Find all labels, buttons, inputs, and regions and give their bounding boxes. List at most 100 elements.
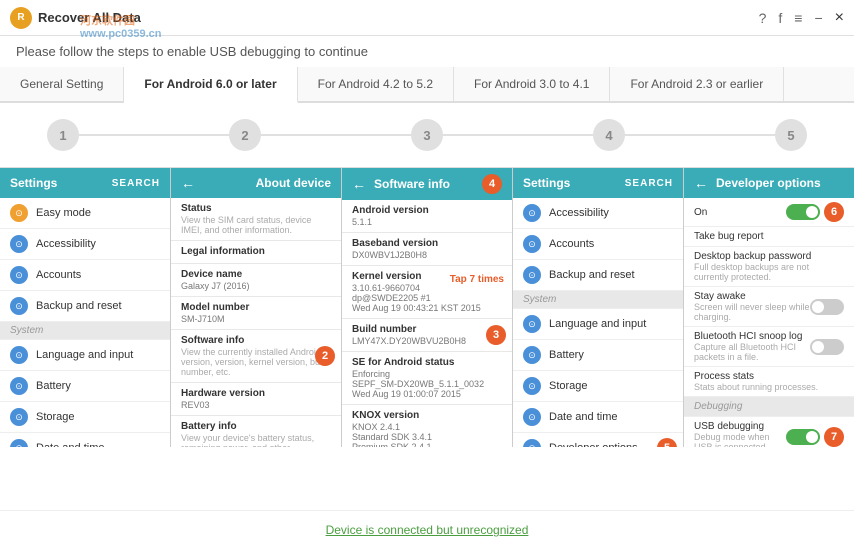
tab-android-2[interactable]: For Android 2.3 or earlier — [610, 67, 784, 101]
dev-usb-debugging[interactable]: USB debugging Debug mode when USB is con… — [684, 417, 854, 447]
info-software[interactable]: Software info View the currently install… — [171, 330, 341, 383]
steps-progress: 1 2 3 4 5 — [0, 103, 854, 167]
storage-label: Storage — [36, 411, 75, 423]
dev-on-toggle[interactable] — [786, 204, 820, 220]
info-status[interactable]: Status View the SIM card status, device … — [171, 198, 341, 241]
menu-item-easy-mode[interactable]: ⊙ Easy mode — [0, 198, 170, 229]
dev-bug-report[interactable]: Take bug report — [684, 227, 854, 247]
knox-row[interactable]: KNOX version KNOX 2.4.1Standard SDK 3.4.… — [342, 405, 512, 447]
back-arrow-icon[interactable]: ← — [181, 175, 195, 191]
section-system: System — [0, 322, 170, 340]
info-battery[interactable]: Battery info View your device's battery … — [171, 416, 341, 447]
sys-section-label: System — [523, 294, 556, 305]
minimize-icon[interactable]: − — [814, 10, 822, 26]
menu-item-datetime[interactable]: ⊙ Date and time — [0, 433, 170, 447]
sys-storage-label: Storage — [549, 380, 588, 392]
menu-item-battery[interactable]: ⊙ Battery — [0, 371, 170, 402]
language-label: Language and input — [36, 349, 133, 361]
device-status[interactable]: Device is connected but unrecognized — [326, 523, 529, 537]
software-desc: View the currently installed Android ver… — [181, 347, 331, 377]
step-badge-4: 4 — [482, 174, 502, 194]
sys-backup-label: Backup and reset — [549, 269, 635, 281]
step-2: 2 — [229, 119, 261, 151]
stay-awake-toggle[interactable] — [810, 299, 844, 315]
menu-item-language[interactable]: ⊙ Language and input — [0, 340, 170, 371]
accessibility-label: Accessibility — [36, 238, 96, 250]
software-info-panel: ← Software info 4 Android version 5.1.1 … — [342, 168, 513, 447]
dev-backup-pw[interactable]: Desktop backup password Full desktop bac… — [684, 247, 854, 287]
sys-menu-language[interactable]: ⊙ Language and input — [513, 309, 683, 340]
dev-process-stats[interactable]: Process stats Stats about running proces… — [684, 367, 854, 397]
bt-hci-toggle[interactable] — [810, 339, 844, 355]
step-4: 4 — [593, 119, 625, 151]
menu-item-accessibility[interactable]: ⊙ Accessibility — [0, 229, 170, 260]
section-system-label: System — [10, 325, 43, 336]
info-device-name[interactable]: Device name Galaxy J7 (2016) — [171, 264, 341, 297]
close-icon[interactable]: × — [835, 9, 844, 27]
tap-hint: Tap 7 times — [446, 272, 508, 287]
dev-stay-awake[interactable]: Stay awake Screen will never sleep while… — [684, 287, 854, 327]
tab-general-setting[interactable]: General Setting — [0, 67, 124, 101]
accounts-label: Accounts — [36, 269, 81, 281]
sys-language-label: Language and input — [549, 318, 646, 330]
menu-item-accounts[interactable]: ⊙ Accounts — [0, 260, 170, 291]
app-title: Recover All Data — [38, 10, 141, 25]
kernel-version-row[interactable]: Kernel version 3.10.61-9660704dp@SWDE220… — [342, 266, 512, 319]
bottom-bar: Device is connected but unrecognized — [0, 510, 854, 549]
tab-android-6[interactable]: For Android 6.0 or later — [124, 67, 297, 103]
se-android-row[interactable]: SE for Android status EnforcingSEPF_SM-D… — [342, 352, 512, 405]
dev-bluetooth-hci[interactable]: Bluetooth HCI snoop log Capture all Blue… — [684, 327, 854, 367]
facebook-icon[interactable]: f — [778, 10, 782, 26]
usb-debug-toggle[interactable] — [786, 429, 820, 445]
step-badge-5: 5 — [657, 438, 677, 447]
battery-label: Battery — [36, 380, 71, 392]
info-model-number[interactable]: Model number SM-J710M — [171, 297, 341, 330]
debugging-section-label: Debugging — [694, 401, 742, 412]
sys-datetime-icon: ⊙ — [523, 408, 541, 426]
sys-menu-accessibility[interactable]: ⊙ Accessibility — [513, 198, 683, 229]
tab-android-3[interactable]: For Android 3.0 to 4.1 — [454, 67, 610, 101]
step-line-3 — [443, 134, 593, 136]
android-version-value: 5.1.1 — [352, 217, 502, 227]
sys-datetime-label: Date and time — [549, 411, 617, 423]
android-version-row[interactable]: Android version 5.1.1 — [342, 200, 512, 233]
backup-pw-label: Desktop backup password — [694, 251, 844, 262]
dev-back-icon[interactable]: ← — [694, 175, 708, 191]
menu-item-backup[interactable]: ⊙ Backup and reset — [0, 291, 170, 322]
dev-options-body: On 6 Take bug report Desktop backup pass… — [684, 198, 854, 447]
subtitle-text: Please follow the steps to enable USB de… — [16, 44, 368, 59]
sys-menu-developer[interactable]: ⊙ Developer options 5 — [513, 433, 683, 447]
dev-options-title: Developer options — [716, 176, 821, 190]
software-label: Software info — [181, 335, 331, 346]
sys-menu-datetime[interactable]: ⊙ Date and time — [513, 402, 683, 433]
settings-system-search[interactable]: SEARCH — [625, 178, 673, 189]
logo-icon: R — [10, 7, 32, 29]
sys-menu-accounts[interactable]: ⊙ Accounts — [513, 229, 683, 260]
sys-accounts-label: Accounts — [549, 238, 594, 250]
baseband-version-row[interactable]: Baseband version DX0WBV1J2B0H8 — [342, 233, 512, 266]
info-hardware[interactable]: Hardware version REV03 — [171, 383, 341, 416]
about-device-title: About device — [256, 176, 331, 190]
about-device-body: Status View the SIM card status, device … — [171, 198, 341, 447]
sys-menu-battery[interactable]: ⊙ Battery — [513, 340, 683, 371]
baseband-label: Baseband version — [352, 238, 502, 249]
info-legal[interactable]: Legal information — [171, 241, 341, 264]
build-number-row[interactable]: Build number LMY47X.DY20WBVU2B0H8 3 — [342, 319, 512, 352]
tab-android-4[interactable]: For Android 4.2 to 5.2 — [298, 67, 454, 101]
sys-menu-storage[interactable]: ⊙ Storage — [513, 371, 683, 402]
menu-item-storage[interactable]: ⊙ Storage — [0, 402, 170, 433]
status-desc: View the SIM card status, device IMEI, a… — [181, 215, 331, 235]
sys-menu-backup[interactable]: ⊙ Backup and reset — [513, 260, 683, 291]
search-label[interactable]: SEARCH — [112, 178, 160, 189]
software-back-icon[interactable]: ← — [352, 176, 366, 192]
battery-info-label: Battery info — [181, 421, 331, 432]
bug-report-label: Take bug report — [694, 231, 844, 242]
step-badge-3: 3 — [486, 325, 506, 345]
menu-icon[interactable]: ≡ — [794, 10, 802, 26]
step-badge-6: 6 — [824, 202, 844, 222]
bt-hci-content: Bluetooth HCI snoop log Capture all Blue… — [694, 331, 810, 362]
help-icon[interactable]: ? — [759, 10, 767, 26]
sys-accessibility-label: Accessibility — [549, 207, 609, 219]
step-5: 5 — [775, 119, 807, 151]
about-device-panel: ← About device Status View the SIM card … — [171, 168, 342, 447]
